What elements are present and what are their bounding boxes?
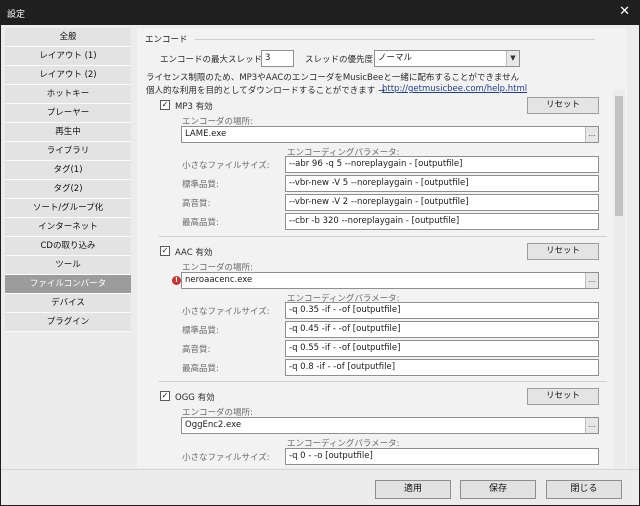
sidebar-item-plugins[interactable]: プラグイン — [5, 313, 131, 332]
window-title: 設定 — [7, 10, 26, 20]
sidebar-item-tags-1[interactable]: タグ(1) — [5, 161, 131, 180]
mp3-standard-label: 標準品質: — [182, 180, 219, 190]
thread-priority-select[interactable]: ノーマル ▼ — [374, 50, 520, 67]
section-title: エンコード — [145, 35, 188, 45]
aac-best-input[interactable]: -q 0.8 -if - -of [outputfile] — [285, 359, 599, 376]
aac-standard-input[interactable]: -q 0.45 -if - -of [outputfile] — [285, 321, 599, 338]
ogg-small-label: 小さなファイルサイズ: — [182, 453, 270, 463]
ogg-encoder-path-input[interactable]: OggEnc2.exe ... — [181, 417, 599, 434]
aac-small-label: 小さなファイルサイズ: — [182, 307, 270, 317]
aac-encoder-path-input[interactable]: neroaacenc.exe ... — [181, 272, 599, 289]
ogg-encoder-path-value: OggEnc2.exe — [185, 420, 242, 430]
aac-high-label: 高音質: — [182, 345, 211, 355]
file-converter-panel: エンコード エンコードの最大スレッド数: 3 スレッドの優先度: ノーマル ▼ … — [137, 28, 627, 468]
sidebar-item-player[interactable]: プレーヤー — [5, 104, 131, 123]
aac-encoder-path-value: neroaacenc.exe — [185, 275, 253, 285]
max-threads-label: エンコードの最大スレッド数: — [160, 55, 274, 65]
mp3-small-input[interactable]: --abr 96 -q 5 --noreplaygain - [outputfi… — [285, 156, 599, 173]
aac-reset-button[interactable]: リセット — [527, 243, 599, 260]
scrollbar-thumb[interactable] — [615, 96, 623, 216]
sidebar-item-tools[interactable]: ツール — [5, 256, 131, 275]
mp3-high-label: 高音質: — [182, 199, 211, 209]
aac-small-input[interactable]: -q 0.35 -if - -of [outputfile] — [285, 302, 599, 319]
sidebar-item-library[interactable]: ライブラリ — [5, 142, 131, 161]
content-scrollbar[interactable] — [613, 90, 625, 488]
license-note-line1: ライセンス制限のため、MP3やAACのエンコーダをMusicBeeと一緒に配布す… — [146, 73, 520, 83]
aac-high-input[interactable]: -q 0.55 -if - -of [outputfile] — [285, 340, 599, 357]
ogg-enabled-checkbox[interactable]: ✓ — [160, 391, 170, 401]
sidebar-item-now-playing[interactable]: 再生中 — [5, 123, 131, 142]
sidebar-item-internet[interactable]: インターネット — [5, 218, 131, 237]
sidebar-item-cd-ripping[interactable]: CDの取り込み — [5, 237, 131, 256]
mp3-best-input[interactable]: --cbr -b 320 --noreplaygain - [outputfil… — [285, 213, 599, 230]
sidebar-item-file-converter[interactable]: ファイルコンバータ — [5, 275, 131, 294]
ogg-reset-button[interactable]: リセット — [527, 388, 599, 405]
mp3-standard-input[interactable]: --vbr-new -V 5 --noreplaygain - [outputf… — [285, 175, 599, 192]
mp3-encoder-path-value: LAME.exe — [185, 129, 227, 139]
ogg-browse-button[interactable]: ... — [585, 418, 598, 433]
sidebar-item-general[interactable]: 全般 — [5, 28, 131, 47]
aac-enabled-label: AAC 有効 — [175, 248, 213, 258]
sidebar-item-layout-1[interactable]: レイアウト (1) — [5, 47, 131, 66]
chevron-down-icon: ▼ — [506, 51, 519, 66]
mp3-high-input[interactable]: --vbr-new -V 2 --noreplaygain - [outputf… — [285, 194, 599, 211]
error-icon: ! — [172, 276, 181, 285]
thread-priority-label: スレッドの優先度: — [305, 55, 376, 65]
aac-browse-button[interactable]: ... — [585, 273, 598, 288]
mp3-best-label: 最高品質: — [182, 218, 219, 228]
mp3-browse-button[interactable]: ... — [585, 127, 598, 142]
help-link[interactable]: http://getmusicbee.com/help.html — [382, 84, 527, 94]
aac-best-label: 最高品質: — [182, 364, 219, 374]
sidebar-item-layout-2[interactable]: レイアウト (2) — [5, 66, 131, 85]
mp3-enabled-label: MP3 有効 — [175, 102, 213, 112]
ogg-small-input[interactable]: -q 0 - -o [outputfile] — [285, 448, 599, 465]
apply-button[interactable]: 適用 — [375, 480, 451, 499]
save-button[interactable]: 保存 — [460, 480, 536, 499]
ogg-enabled-label: OGG 有効 — [175, 393, 215, 403]
mp3-enabled-checkbox[interactable]: ✓ — [160, 100, 170, 110]
settings-window: 全般 レイアウト (1) レイアウト (2) ホットキー プレーヤー 再生中 ラ… — [1, 25, 639, 505]
thread-priority-value: ノーマル — [378, 53, 413, 63]
aac-ogg-divider — [159, 381, 607, 382]
sidebar-item-devices[interactable]: デバイス — [5, 294, 131, 313]
sidebar-item-tags-2[interactable]: タグ(2) — [5, 180, 131, 199]
max-threads-input[interactable]: 3 — [261, 50, 294, 67]
footer-separator — [1, 469, 639, 470]
sidebar-item-hotkeys[interactable]: ホットキー — [5, 85, 131, 104]
close-icon[interactable]: ✕ — [619, 4, 630, 20]
section-divider — [195, 39, 595, 40]
sidebar-item-sort-group[interactable]: ソート/グループ化 — [5, 199, 131, 218]
mp3-aac-divider — [159, 236, 607, 237]
license-note-line2: 個人的な利用を目的としてダウンロードすることができます → — [146, 86, 386, 96]
sidebar: 全般 レイアウト (1) レイアウト (2) ホットキー プレーヤー 再生中 ラ… — [5, 28, 131, 468]
mp3-reset-button[interactable]: リセット — [527, 97, 599, 114]
mp3-small-label: 小さなファイルサイズ: — [182, 161, 270, 171]
aac-standard-label: 標準品質: — [182, 326, 219, 336]
aac-enabled-checkbox[interactable]: ✓ — [160, 246, 170, 256]
title-bar: 設定 ✕ — [0, 0, 640, 25]
mp3-encoder-path-input[interactable]: LAME.exe ... — [181, 126, 599, 143]
close-button[interactable]: 閉じる — [546, 480, 622, 499]
